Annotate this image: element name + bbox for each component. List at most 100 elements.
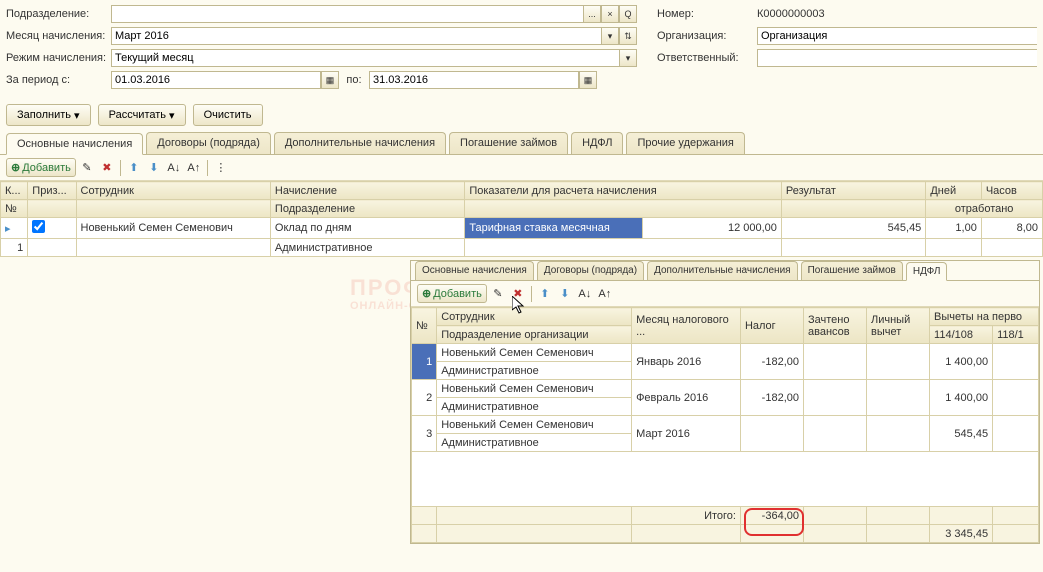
table-row[interactable]: ▸ Новенький Семен Семенович Оклад по дня… [1,218,1043,239]
stepper-button[interactable]: ⇅ [619,27,637,45]
ncol-nalog[interactable]: Налог [740,308,803,344]
period-po-input[interactable] [369,71,579,89]
edit-icon[interactable]: ✎ [489,285,507,303]
tab-dogovory[interactable]: Договоры (подряда) [146,132,271,154]
ncol-sotrudnik[interactable]: Сотрудник [437,308,632,326]
col-no[interactable]: № [1,200,28,218]
ncell-nalog[interactable] [740,416,803,452]
ncell-zachteno[interactable] [803,416,866,452]
ntab-dopolnit[interactable]: Дополнительные начисления [647,261,798,280]
cell-sotrudnik[interactable]: Новенький Семен Семенович [76,218,270,239]
ncell-vychet[interactable]: 1 400,00 [930,344,993,380]
ncol-vychety[interactable]: Вычеты на перво [930,308,1039,326]
sort-asc-icon[interactable]: A↓ [165,159,183,177]
ntab-pogashenie[interactable]: Погашение займов [801,261,903,280]
ncell-sotrudnik[interactable]: Новенький Семен Семенович [437,344,632,362]
col-podrazdelenie[interactable]: Подразделение [270,200,464,218]
down-icon[interactable]: ⬇ [145,159,163,177]
tab-prochie[interactable]: Прочие удержания [626,132,744,154]
ncell-podraz[interactable]: Административное [437,434,632,452]
ncell-sotrudnik[interactable]: Новенький Семен Семенович [437,416,632,434]
cell-dney[interactable]: 1,00 [926,218,982,239]
up-icon[interactable]: ⬆ [125,159,143,177]
ncell-nalog[interactable]: -182,00 [740,380,803,416]
clear-button[interactable]: × [601,5,619,23]
col-priz[interactable]: Приз... [28,182,76,200]
ncell-nalog[interactable]: -182,00 [740,344,803,380]
ncell-zachteno[interactable] [803,344,866,380]
ncol-114[interactable]: 114/108 [930,326,993,344]
nested-add-button[interactable]: ⊕Добавить [417,284,487,303]
tab-ndfl[interactable]: НДФЛ [571,132,623,154]
otv-input[interactable] [757,49,1037,67]
col-otrabotano[interactable]: отработано [926,200,1043,218]
ncell-podraz[interactable]: Административное [437,398,632,416]
calendar-icon[interactable]: ▦ [579,71,597,89]
ncol-mesyac[interactable]: Месяц налогового ... [632,308,741,344]
ncell-lichnyy[interactable] [867,344,930,380]
ncell-lichnyy[interactable] [867,416,930,452]
ncell-podraz[interactable]: Административное [437,362,632,380]
col-rezultat[interactable]: Результат [781,182,925,200]
tab-osnovnye[interactable]: Основные начисления [6,133,143,155]
search-button[interactable]: Q [619,5,637,23]
ntab-ndfl[interactable]: НДФЛ [906,262,948,281]
org-input[interactable] [757,27,1037,45]
ncell-lichnyy[interactable] [867,380,930,416]
row-checkbox[interactable] [32,220,45,233]
sort-desc-icon[interactable]: A↑ [185,159,203,177]
cell-chasov[interactable]: 8,00 [981,218,1042,239]
ntab-osnovnye[interactable]: Основные начисления [415,261,534,280]
cell-pokazatel-label[interactable]: Тарифная ставка месячная [465,218,643,239]
calendar-icon[interactable]: ▦ [321,71,339,89]
tab-pogashenie[interactable]: Погашение займов [449,132,568,154]
delete-icon[interactable]: ✖ [98,159,116,177]
col-nachislenie[interactable]: Начисление [270,182,464,200]
rasschitat-button[interactable]: Рассчитать ▾ [98,104,186,126]
add-button[interactable]: ⊕Добавить [6,158,76,177]
ncell-zachteno[interactable] [803,380,866,416]
misc-icon[interactable]: ⋮ [212,159,230,177]
cell-pokazatel-value[interactable]: 12 000,00 [643,218,782,239]
cell-rezultat[interactable]: 545,45 [781,218,925,239]
ncell-mesyac[interactable]: Январь 2016 [632,344,741,380]
ncell-vychet[interactable]: 1 400,00 [930,380,993,416]
mesyac-input[interactable] [111,27,601,45]
rezhim-input[interactable] [111,49,619,67]
sort-asc-icon[interactable]: A↓ [576,285,594,303]
col-sotrudnik[interactable]: Сотрудник [76,182,270,200]
up-icon[interactable]: ⬆ [536,285,554,303]
table-row[interactable]: 1 Новенький Семен Семенович Январь 2016 … [412,344,1039,362]
table-row[interactable]: 3 Новенький Семен Семенович Март 2016 54… [412,416,1039,434]
col-chasov[interactable]: Часов [981,182,1042,200]
delete-icon[interactable]: ✖ [509,285,527,303]
sort-desc-icon[interactable]: A↑ [596,285,614,303]
ncol-lichnyy[interactable]: Личный вычет [867,308,930,344]
ncol-podraz-org[interactable]: Подразделение организации [437,326,632,344]
tab-dopolnit[interactable]: Дополнительные начисления [274,132,446,154]
ncell-mesyac[interactable]: Февраль 2016 [632,380,741,416]
cell-podrazdelenie[interactable]: Административное [270,239,464,257]
col-pokazateli[interactable]: Показатели для расчета начисления [465,182,782,200]
col-dney[interactable]: Дней [926,182,982,200]
ntab-dogovory[interactable]: Договоры (подряда) [537,261,644,280]
edit-icon[interactable]: ✎ [78,159,96,177]
zapolnit-button[interactable]: Заполнить ▾ [6,104,91,126]
ncol-118[interactable]: 118/1 [993,326,1039,344]
col-k[interactable]: К... [1,182,28,200]
ncell-vychet[interactable]: 545,45 [930,416,993,452]
dropdown-button[interactable]: ▾ [619,49,637,67]
podrazdelenie-input[interactable] [111,5,583,23]
table-row[interactable]: 1 Административное [1,239,1043,257]
ncol-zachteno[interactable]: Зачтено авансов [803,308,866,344]
ochistit-button[interactable]: Очистить [193,104,263,126]
dots-button[interactable]: ... [583,5,601,23]
down-icon[interactable]: ⬇ [556,285,574,303]
period-s-input[interactable] [111,71,321,89]
cell-nachislenie[interactable]: Оклад по дням [270,218,464,239]
dropdown-button[interactable]: ▾ [601,27,619,45]
ncell-sotrudnik[interactable]: Новенький Семен Семенович [437,380,632,398]
ncol-no[interactable]: № [412,308,437,344]
ncell-mesyac[interactable]: Март 2016 [632,416,741,452]
table-row[interactable]: 2 Новенький Семен Семенович Февраль 2016… [412,380,1039,398]
